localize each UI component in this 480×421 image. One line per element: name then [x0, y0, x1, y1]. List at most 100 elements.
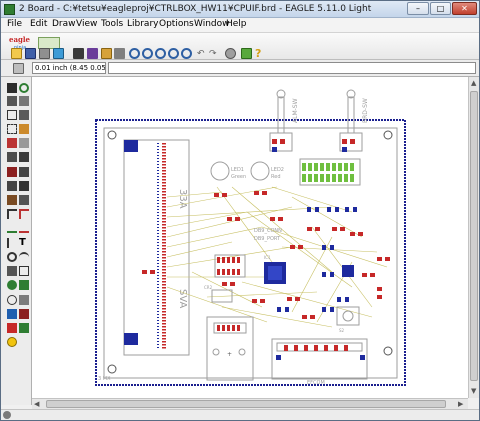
open-icon[interactable] — [11, 48, 22, 59]
status-icon — [3, 411, 11, 419]
menu-help[interactable]: Help — [226, 19, 247, 29]
vertical-scroll-thumb[interactable] — [470, 91, 478, 381]
smash-icon[interactable] — [19, 167, 29, 177]
menu-tools[interactable]: Tools — [101, 19, 123, 29]
hole-icon[interactable] — [7, 295, 17, 305]
move-icon[interactable] — [7, 110, 17, 120]
db-port-label: DB9_PORT — [254, 236, 281, 242]
menu-draw[interactable]: Draw — [52, 19, 76, 29]
split-icon[interactable] — [19, 181, 29, 191]
stop-icon[interactable] — [225, 48, 236, 59]
menu-options[interactable]: Options — [159, 19, 194, 29]
info-icon[interactable] — [7, 83, 17, 93]
resistor-network-center — [214, 254, 246, 278]
led1-label: LED1 — [231, 167, 244, 173]
errors-icon[interactable] — [7, 337, 17, 347]
mark-icon[interactable] — [19, 96, 29, 106]
arc-icon[interactable] — [19, 252, 29, 262]
copy-icon[interactable] — [19, 110, 29, 120]
led1-color: Green — [231, 174, 246, 180]
card-connector-outline — [123, 139, 190, 356]
eagle-logo: eagle — [9, 35, 30, 44]
menu-bar: File Edit Draw View Tools Library Option… — [1, 18, 479, 32]
drc-icon[interactable] — [19, 323, 29, 333]
rect-icon[interactable] — [7, 266, 17, 276]
route-icon[interactable] — [19, 209, 29, 219]
circle-icon[interactable] — [7, 252, 17, 262]
menu-view[interactable]: View — [76, 19, 97, 29]
menu-file[interactable]: File — [7, 19, 22, 29]
attribute-icon[interactable] — [19, 295, 29, 305]
ethernet-connector: + — [206, 316, 254, 381]
group-icon[interactable] — [7, 124, 17, 134]
horizontal-scrollbar[interactable]: ◀ ▶ — [32, 398, 468, 409]
scroll-right-icon[interactable]: ▶ — [458, 400, 463, 408]
undo-icon[interactable]: ↶ — [197, 49, 208, 60]
ratsnest-icon[interactable] — [7, 309, 17, 319]
small-ic — [342, 265, 354, 277]
name-icon[interactable] — [19, 152, 29, 162]
value-icon[interactable] — [7, 181, 17, 191]
miter-icon[interactable] — [7, 209, 17, 219]
command-line-input[interactable] — [108, 62, 476, 74]
show-icon[interactable] — [19, 83, 29, 93]
scroll-down-icon[interactable]: ▼ — [471, 387, 476, 395]
change-icon[interactable] — [7, 195, 17, 205]
text-icon[interactable]: T — [19, 237, 29, 248]
cr-label: CR2 — [204, 285, 213, 290]
menu-library[interactable]: Library — [127, 19, 158, 29]
svg-text:+: + — [227, 351, 232, 358]
schematic-icon[interactable] — [87, 48, 98, 59]
zoom-redraw-icon[interactable] — [168, 48, 179, 59]
go-icon[interactable] — [241, 48, 252, 59]
grid-icon[interactable] — [13, 63, 24, 74]
main-ic: IC1 — [264, 255, 286, 284]
polygon-icon[interactable] — [19, 266, 29, 276]
save-icon[interactable] — [25, 48, 36, 59]
help-icon[interactable]: ? — [255, 47, 266, 60]
ripup-icon[interactable] — [7, 223, 17, 233]
board-icon[interactable] — [73, 48, 84, 59]
connector-label-1: 33A — [177, 189, 188, 209]
usb-connector: EFCOM — [271, 338, 368, 386]
lock-icon[interactable] — [7, 167, 17, 177]
minimize-button[interactable]: – — [407, 2, 429, 15]
add-icon[interactable] — [7, 152, 17, 162]
vertical-scrollbar[interactable]: ▲ ▼ — [468, 77, 479, 398]
resistor-array-green — [299, 158, 361, 186]
usb-label: EFCOM — [307, 380, 325, 386]
redo-icon[interactable]: ↷ — [209, 49, 220, 60]
horizontal-scroll-thumb[interactable] — [46, 400, 446, 408]
scroll-up-icon[interactable]: ▲ — [471, 79, 476, 87]
erc-icon[interactable] — [7, 323, 17, 333]
parameter-bar: 0.01 inch (8.45 0.05) — [1, 60, 479, 77]
ulp-icon[interactable] — [101, 48, 112, 59]
display-icon[interactable] — [7, 96, 17, 106]
signal-icon[interactable] — [19, 280, 29, 290]
zoom-select-icon[interactable] — [181, 48, 192, 59]
cam-icon[interactable] — [53, 48, 64, 59]
board-canvas[interactable]: 33A SVA ALM-SW BRD-SW LED1 Green LED2 Re… — [32, 77, 468, 398]
via-icon[interactable] — [7, 280, 17, 290]
scroll-left-icon[interactable]: ◀ — [34, 400, 39, 408]
zoom-in-icon[interactable] — [142, 48, 153, 59]
maximize-button[interactable]: □ — [430, 2, 451, 15]
zoom-fit-icon[interactable] — [129, 48, 140, 59]
paste-icon[interactable] — [19, 195, 29, 205]
pot-label: S2 — [339, 328, 345, 333]
led1 — [210, 161, 230, 181]
delete-icon[interactable] — [7, 138, 17, 148]
close-button[interactable]: ✕ — [452, 2, 477, 15]
script-icon[interactable] — [114, 48, 125, 59]
menu-window[interactable]: Window — [194, 19, 230, 29]
eagle-app-icon — [4, 4, 15, 15]
auto-icon[interactable] — [19, 309, 29, 319]
optimize-icon[interactable] — [7, 238, 17, 248]
rotate-icon[interactable] — [19, 124, 29, 134]
zoom-out-icon[interactable] — [155, 48, 166, 59]
print-icon[interactable] — [39, 48, 50, 59]
menu-edit[interactable]: Edit — [30, 19, 47, 29]
mount-hole-bl — [107, 364, 117, 374]
wire-icon[interactable] — [19, 223, 29, 233]
mirror-icon[interactable] — [19, 138, 29, 148]
